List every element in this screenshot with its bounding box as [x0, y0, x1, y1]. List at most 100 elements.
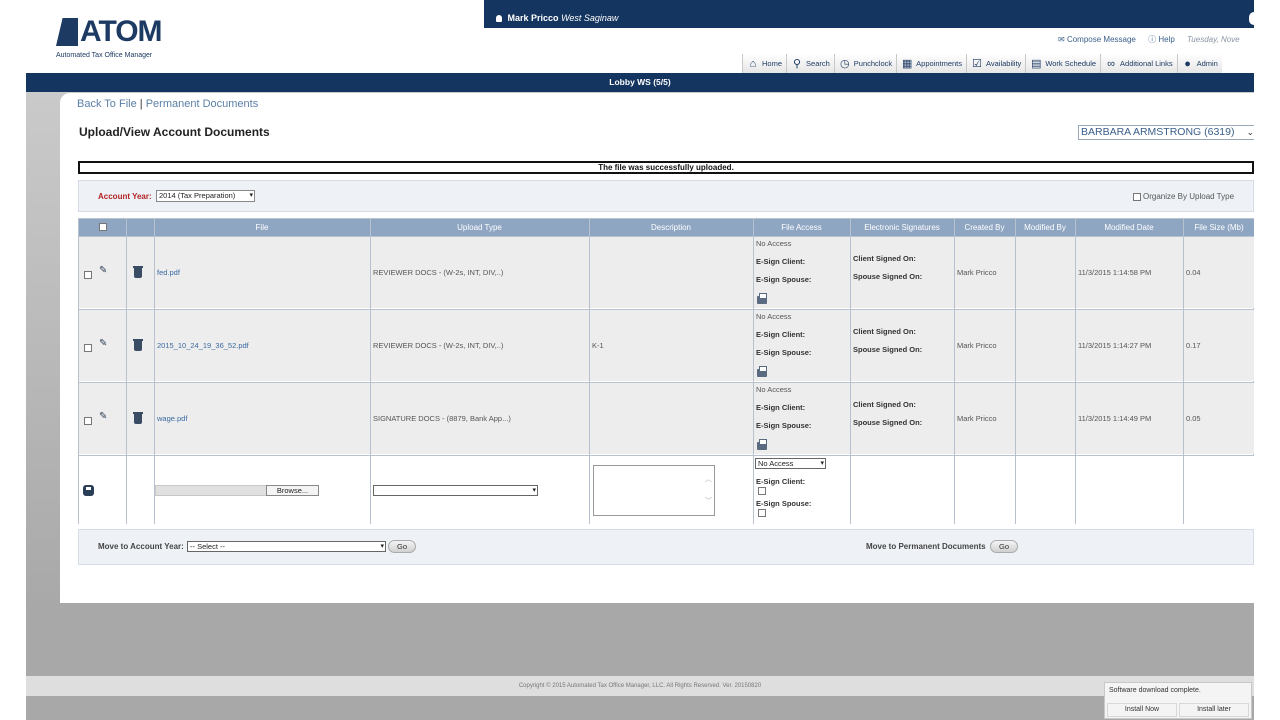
- row-checkbox[interactable]: [84, 271, 92, 279]
- file-link[interactable]: fed.pdf: [157, 268, 180, 277]
- esign-client-label: E-Sign Client:: [756, 257, 806, 266]
- modified-date: 11/3/2015 1:14:27 PM: [1078, 341, 1152, 350]
- content-panel: Back To File | Permanent Documents Uploa…: [60, 93, 1254, 603]
- nav-search[interactable]: ⚲ Search: [786, 54, 834, 73]
- move-year-select[interactable]: -- Select -- ▾: [187, 541, 386, 552]
- organize-toggle[interactable]: Organize By Upload Type: [1133, 192, 1234, 201]
- esign-client-label: E-Sign Client:: [756, 330, 806, 339]
- trash-icon[interactable]: [133, 266, 143, 278]
- help-link[interactable]: ⓘ Help: [1148, 35, 1175, 44]
- lobby-status: Lobby WS (5/5): [609, 77, 671, 87]
- header-file-size[interactable]: File Size (Mb): [1183, 219, 1254, 236]
- compose-message-link[interactable]: ✉ Compose Message: [1058, 35, 1136, 44]
- header-file[interactable]: File: [154, 219, 370, 236]
- organize-checkbox[interactable]: [1133, 192, 1141, 201]
- scroll-up-icon[interactable]: ︿: [705, 474, 712, 484]
- table-header: File Upload Type Description File Access…: [79, 219, 1254, 236]
- nav-punchclock[interactable]: ◷ Punchclock: [833, 54, 897, 73]
- edit-icon[interactable]: ✎: [99, 266, 109, 276]
- esign-spouse-checkbox[interactable]: [758, 509, 766, 517]
- esign-spouse-label: E-Sign Spouse:: [756, 275, 812, 284]
- file-link[interactable]: wage.pdf: [157, 414, 187, 423]
- browse-button[interactable]: Browse...: [266, 485, 319, 496]
- nav-home[interactable]: ⌂ Home: [742, 54, 787, 73]
- row-checkbox[interactable]: [84, 417, 92, 425]
- col-divider: [126, 219, 127, 524]
- chevron-down-icon: ▾: [532, 487, 536, 494]
- header-description[interactable]: Description: [589, 219, 753, 236]
- nav-work-schedule[interactable]: ▤ Work Schedule: [1025, 54, 1101, 73]
- clipboard-icon: ▤: [1031, 58, 1042, 70]
- logo-subtitle: Automated Tax Office Manager: [56, 52, 153, 59]
- trash-icon[interactable]: [133, 412, 143, 424]
- chevron-down-icon: ▾: [380, 543, 384, 550]
- scroll-down-icon[interactable]: ﹀: [705, 496, 712, 506]
- nav-label: Appointments: [916, 59, 963, 68]
- edit-icon[interactable]: ✎: [99, 339, 109, 349]
- footer-copyright: Copyright © 2015 Automated Tax Office Ma…: [26, 676, 1254, 696]
- account-year-select[interactable]: 2014 (Tax Preparation) ▾: [156, 190, 255, 202]
- header-upload-type[interactable]: Upload Type: [370, 219, 589, 236]
- trash-icon[interactable]: [133, 339, 143, 351]
- created-by: Mark Pricco: [957, 414, 997, 423]
- move-permanent-go-button[interactable]: Go: [990, 540, 1018, 553]
- edit-icon[interactable]: ✎: [99, 412, 109, 422]
- header-modified-date[interactable]: Modified Date: [1075, 219, 1183, 236]
- account-year-value: 2014 (Tax Preparation): [159, 191, 236, 200]
- row-checkbox[interactable]: [84, 344, 92, 352]
- install-now-button[interactable]: Install Now: [1107, 703, 1177, 717]
- select-all-checkbox[interactable]: [98, 223, 107, 231]
- move-year-go-button[interactable]: Go: [388, 540, 416, 553]
- header-esig[interactable]: Electronic Signatures: [850, 219, 954, 236]
- save-icon[interactable]: [83, 485, 94, 496]
- esign-spouse-label: E-Sign Spouse:: [756, 348, 812, 357]
- file-input[interactable]: Browse...: [155, 485, 319, 496]
- nav-appointments[interactable]: ▦ Appointments: [896, 54, 967, 73]
- created-by: Mark Pricco: [957, 268, 997, 277]
- table-row: ✎ wage.pdf SIGNATURE DOCS - (8879, Bank …: [79, 382, 1254, 454]
- documents-table: File Upload Type Description File Access…: [78, 218, 1254, 525]
- toast-message: Software download complete.: [1109, 687, 1201, 694]
- nav-label: Availability: [986, 59, 1022, 68]
- permanent-documents-link[interactable]: Permanent Documents: [146, 98, 259, 110]
- upload-type: SIGNATURE DOCS - (8879, Bank App...): [373, 414, 511, 423]
- success-message: The file was successfully uploaded.: [78, 161, 1254, 174]
- link-icon: ∞: [1107, 57, 1115, 70]
- upload-type-select[interactable]: ▾: [373, 485, 538, 496]
- col-divider: [753, 219, 754, 524]
- header-modified-by[interactable]: Modified By: [1015, 219, 1075, 236]
- nav-admin[interactable]: ● Admin: [1176, 54, 1222, 73]
- move-permanent-label: Move to Permanent Documents: [866, 542, 986, 551]
- header-created-by[interactable]: Created By: [954, 219, 1015, 236]
- install-later-button[interactable]: Install later: [1179, 703, 1249, 717]
- filter-bar: Account Year: 2014 (Tax Preparation) ▾ O…: [78, 180, 1254, 212]
- esign-client-label: E-Sign Client:: [756, 403, 806, 412]
- esign-client-label: E-Sign Client:: [756, 477, 806, 486]
- nav-label: Work Schedule: [1045, 59, 1097, 68]
- upload-type: REVIEWER DOCS - (W-2s, INT, DIV,..): [373, 268, 504, 277]
- client-select[interactable]: BARBARA ARMSTRONG (6319) ⌄: [1078, 125, 1254, 140]
- search-icon: ⚲: [792, 58, 802, 70]
- download-toast: Software download complete. Install Now …: [1104, 682, 1252, 719]
- access-value: No Access: [756, 312, 792, 321]
- nav-additional-links[interactable]: ∞ Additional Links: [1100, 54, 1177, 73]
- nav-label: Punchclock: [853, 59, 893, 68]
- esign-client-checkbox[interactable]: [758, 487, 766, 495]
- office-name: West Saginaw: [561, 13, 619, 23]
- file-access-select[interactable]: No Access ▾: [755, 458, 826, 469]
- file-link[interactable]: 2015_10_24_19_36_52.pdf: [157, 341, 249, 350]
- print-icon[interactable]: [757, 293, 767, 304]
- spouse-signed-label: Spouse Signed On:: [853, 418, 923, 427]
- print-icon[interactable]: [757, 366, 767, 377]
- back-to-file-link[interactable]: Back To File: [77, 98, 137, 110]
- description-textarea[interactable]: ︿ ﹀: [593, 465, 715, 516]
- header-select-all: [79, 219, 126, 236]
- created-by: Mark Pricco: [957, 341, 997, 350]
- header-file-access[interactable]: File Access: [753, 219, 850, 236]
- organize-label: Organize By Upload Type: [1143, 192, 1235, 201]
- col-divider: [370, 219, 371, 524]
- nav-availability[interactable]: ☑ Availability: [966, 54, 1026, 73]
- client-signed-label: Client Signed On:: [853, 400, 916, 409]
- file-size: 0.04: [1186, 268, 1201, 277]
- print-icon[interactable]: [757, 439, 767, 450]
